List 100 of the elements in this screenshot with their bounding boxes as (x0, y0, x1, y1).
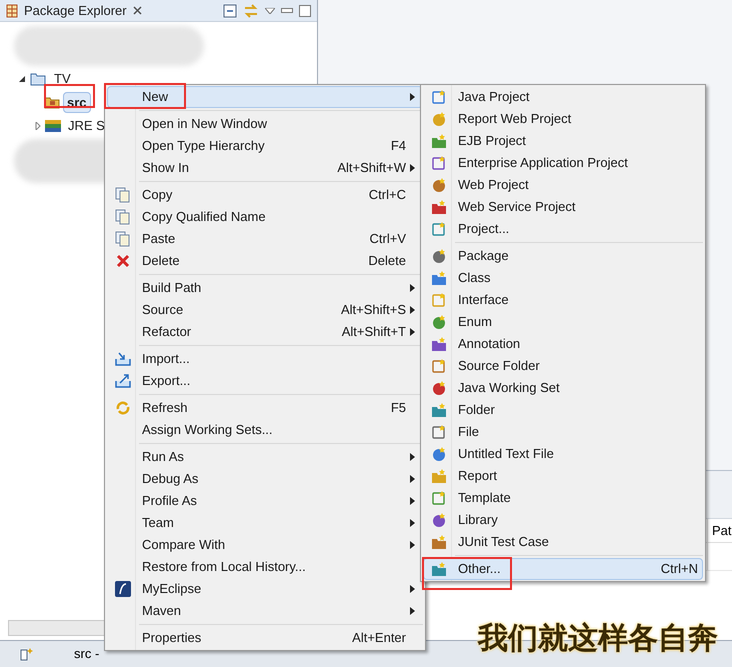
shortcut-text: Alt+Shift+W (337, 159, 407, 178)
paste-icon (115, 231, 131, 247)
column-header[interactable]: Pat (708, 519, 732, 542)
new-view-icon[interactable] (20, 647, 34, 661)
menu-item[interactable]: Interface (423, 289, 703, 311)
menu-item[interactable]: Assign Working Sets... (107, 419, 423, 441)
maximize-icon[interactable] (299, 4, 311, 16)
menu-item[interactable]: Folder (423, 399, 703, 421)
menu-item[interactable]: Web Service Project (423, 196, 703, 218)
import-icon (115, 351, 131, 367)
new-item-icon (431, 468, 447, 484)
menu-item[interactable]: Class (423, 267, 703, 289)
new-item-icon (431, 155, 447, 171)
new-item-icon (431, 221, 447, 237)
collapse-all-icon[interactable] (223, 4, 237, 18)
menu-item[interactable]: Enum (423, 311, 703, 333)
menu-item[interactable]: Copy Ctrl+C (107, 184, 423, 206)
menu-item[interactable]: Import... (107, 348, 423, 370)
menu-item[interactable]: Properties Alt+Enter (107, 627, 423, 649)
menu-item[interactable]: Java Project (423, 86, 703, 108)
collapsed-arrow-icon[interactable] (34, 122, 42, 130)
new-item-icon (431, 402, 447, 418)
menu-item[interactable]: Java Working Set (423, 377, 703, 399)
status-text: src - (74, 645, 100, 664)
menu-item[interactable]: JUnit Test Case (423, 531, 703, 553)
copy-icon (115, 187, 131, 203)
minimize-icon[interactable] (281, 8, 293, 14)
new-item-icon (431, 111, 447, 127)
menu-item[interactable]: Open in New Window (107, 113, 423, 135)
menu-item[interactable]: Enterprise Application Project (423, 152, 703, 174)
menu-item[interactable]: Team (107, 512, 423, 534)
menu-item[interactable]: Report (423, 465, 703, 487)
menu-item[interactable]: Other... Ctrl+N (423, 558, 703, 580)
copy-icon (115, 209, 131, 225)
shortcut-text: Ctrl+C (368, 186, 407, 204)
menu-item[interactable]: File (423, 421, 703, 443)
menu-item[interactable]: Refactor Alt+Shift+T (107, 321, 423, 343)
new-item-icon (431, 248, 447, 264)
new-item-icon (431, 446, 447, 462)
menu-item[interactable]: Template (423, 487, 703, 509)
highlight-frame (44, 84, 95, 108)
new-item-icon (431, 133, 447, 149)
menu-item[interactable]: Source Folder (423, 355, 703, 377)
menu-item[interactable]: Project... (423, 218, 703, 240)
shortcut-text: Delete (368, 252, 407, 270)
script-icon (115, 581, 131, 597)
menu-item[interactable]: Maven (107, 600, 423, 622)
new-item-icon (431, 314, 447, 330)
shortcut-text: Alt+Shift+T (342, 323, 407, 342)
menu-item[interactable]: Report Web Project (423, 108, 703, 130)
expanded-arrow-icon[interactable] (18, 74, 26, 83)
menu-item[interactable]: Build Path (107, 277, 423, 299)
new-item-icon (431, 490, 447, 506)
caption-text: 我们就这样各自奔 (478, 621, 718, 657)
shortcut-text: Ctrl+V (370, 230, 407, 248)
menu-item[interactable]: Untitled Text File (423, 443, 703, 465)
menu-item[interactable]: New (107, 86, 423, 108)
library-icon (45, 120, 61, 132)
menu-item[interactable]: Annotation (423, 333, 703, 355)
menu-item[interactable]: Export... (107, 370, 423, 392)
menu-item[interactable]: Source Alt+Shift+S (107, 299, 423, 321)
refresh-icon (115, 400, 131, 416)
new-item-icon (431, 177, 447, 193)
shortcut-text: Alt+Enter (352, 629, 407, 648)
menu-item[interactable]: Debug As (107, 468, 423, 490)
menu-item[interactable]: Delete Delete (107, 250, 423, 272)
shortcut-text: F5 (390, 399, 407, 418)
menu-item[interactable]: Run As (107, 446, 423, 468)
new-item-icon (431, 512, 447, 528)
menu-item[interactable]: Refresh F5 (107, 397, 423, 419)
menu-item[interactable]: Compare With (107, 534, 423, 556)
new-item-icon (431, 199, 447, 215)
menu-item[interactable]: Profile As (107, 490, 423, 512)
menu-item[interactable]: Restore from Local History... (107, 556, 423, 578)
tree-item[interactable]: TV (50, 68, 75, 90)
menu-item[interactable]: MyEclipse (107, 578, 423, 600)
new-item-icon (431, 380, 447, 396)
dropdown-icon[interactable] (265, 8, 275, 14)
menu-item[interactable]: Show In Alt+Shift+W (107, 157, 423, 179)
export-icon (115, 373, 131, 389)
menu-item[interactable]: Open Type Hierarchy F4 (107, 135, 423, 157)
new-item-icon (431, 561, 447, 577)
package-icon (6, 4, 18, 18)
menu-item[interactable]: EJB Project (423, 130, 703, 152)
shortcut-text: F4 (390, 137, 407, 156)
new-item-icon (431, 270, 447, 286)
new-item-icon (431, 358, 447, 374)
project-folder-icon (30, 72, 46, 86)
new-item-icon (431, 336, 447, 352)
menu-item[interactable]: Web Project (423, 174, 703, 196)
new-item-icon (431, 424, 447, 440)
new-item-icon (431, 534, 447, 550)
menu-item[interactable]: Package (423, 245, 703, 267)
new-item-icon (431, 292, 447, 308)
menu-item[interactable]: Copy Qualified Name (107, 206, 423, 228)
close-icon[interactable] (132, 6, 142, 15)
menu-item[interactable]: Paste Ctrl+V (107, 228, 423, 250)
new-item-icon (431, 89, 447, 105)
menu-item[interactable]: Library (423, 509, 703, 531)
shortcut-text: Alt+Shift+S (340, 301, 407, 320)
